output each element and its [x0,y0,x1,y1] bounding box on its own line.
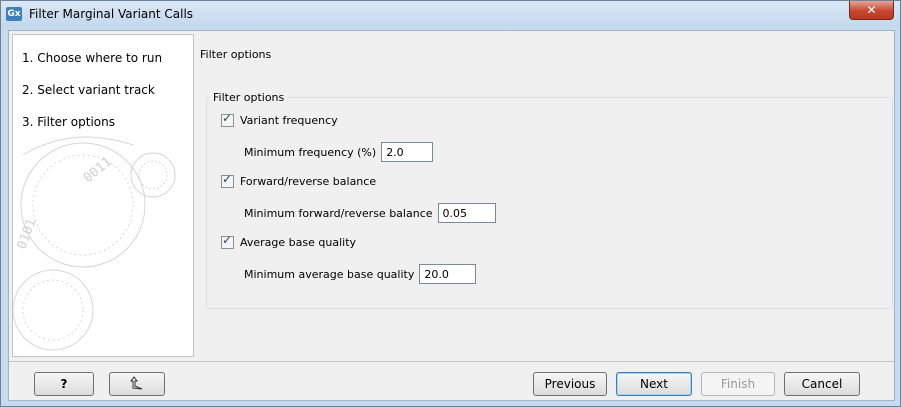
app-icon: Gx [6,7,22,21]
reset-arrow-icon [130,376,143,390]
decorative-swirl-image: 0011 0101 [13,136,176,351]
forward-reverse-balance-checkbox[interactable] [221,172,234,188]
step-select-variant-track: 2. Select variant track [22,83,155,97]
minimum-forward-reverse-balance-input[interactable] [437,203,496,223]
reset-button[interactable] [109,372,165,396]
finish-button[interactable]: Finish [701,372,775,396]
average-base-quality-checkbox[interactable] [221,233,234,249]
average-base-quality-checkbox-row[interactable]: Average base quality [221,233,357,249]
previous-button[interactable]: Previous [533,372,607,396]
panel-divider [193,34,194,357]
minimum-frequency-row: Minimum frequency (%) [244,142,434,162]
cancel-button[interactable]: Cancel [784,372,860,396]
button-bar-separator [9,361,894,362]
minimum-frequency-input[interactable] [381,142,434,162]
minimum-average-base-quality-label: Minimum average base quality [244,267,415,281]
dialog-body: 1. Choose where to run 2. Select variant… [8,30,895,401]
step-choose-where-to-run: 1. Choose where to run [22,51,163,65]
window-title: Filter Marginal Variant Calls [29,7,194,21]
close-button[interactable]: ✕ [849,1,894,20]
forward-reverse-balance-checkbox-row[interactable]: Forward/reverse balance [221,172,377,188]
forward-reverse-balance-label: Forward/reverse balance [240,175,377,188]
wizard-steps-panel: 1. Choose where to run 2. Select variant… [12,34,194,357]
minimum-forward-reverse-balance-label: Minimum forward/reverse balance [244,206,433,220]
average-base-quality-label: Average base quality [240,236,357,249]
variant-frequency-label: Variant frequency [240,114,338,127]
minimum-average-base-quality-row: Minimum average base quality [244,264,477,284]
next-button[interactable]: Next [616,372,692,396]
title-bar[interactable]: Gx Filter Marginal Variant Calls ✕ [1,1,900,27]
dialog-window: Gx Filter Marginal Variant Calls ✕ 1. Ch… [0,0,901,407]
minimum-average-base-quality-input[interactable] [419,264,477,284]
minimum-forward-reverse-balance-row: Minimum forward/reverse balance [244,203,496,223]
svg-text:0101: 0101 [15,217,40,252]
group-title: Filter options [210,91,288,104]
variant-frequency-checkbox-row[interactable]: Variant frequency [221,111,338,127]
variant-frequency-checkbox[interactable] [221,111,234,127]
panel-heading: Filter options [200,48,272,61]
minimum-frequency-label: Minimum frequency (%) [244,145,377,159]
help-button[interactable]: ? [34,372,94,396]
svg-text:0011: 0011 [81,154,115,186]
